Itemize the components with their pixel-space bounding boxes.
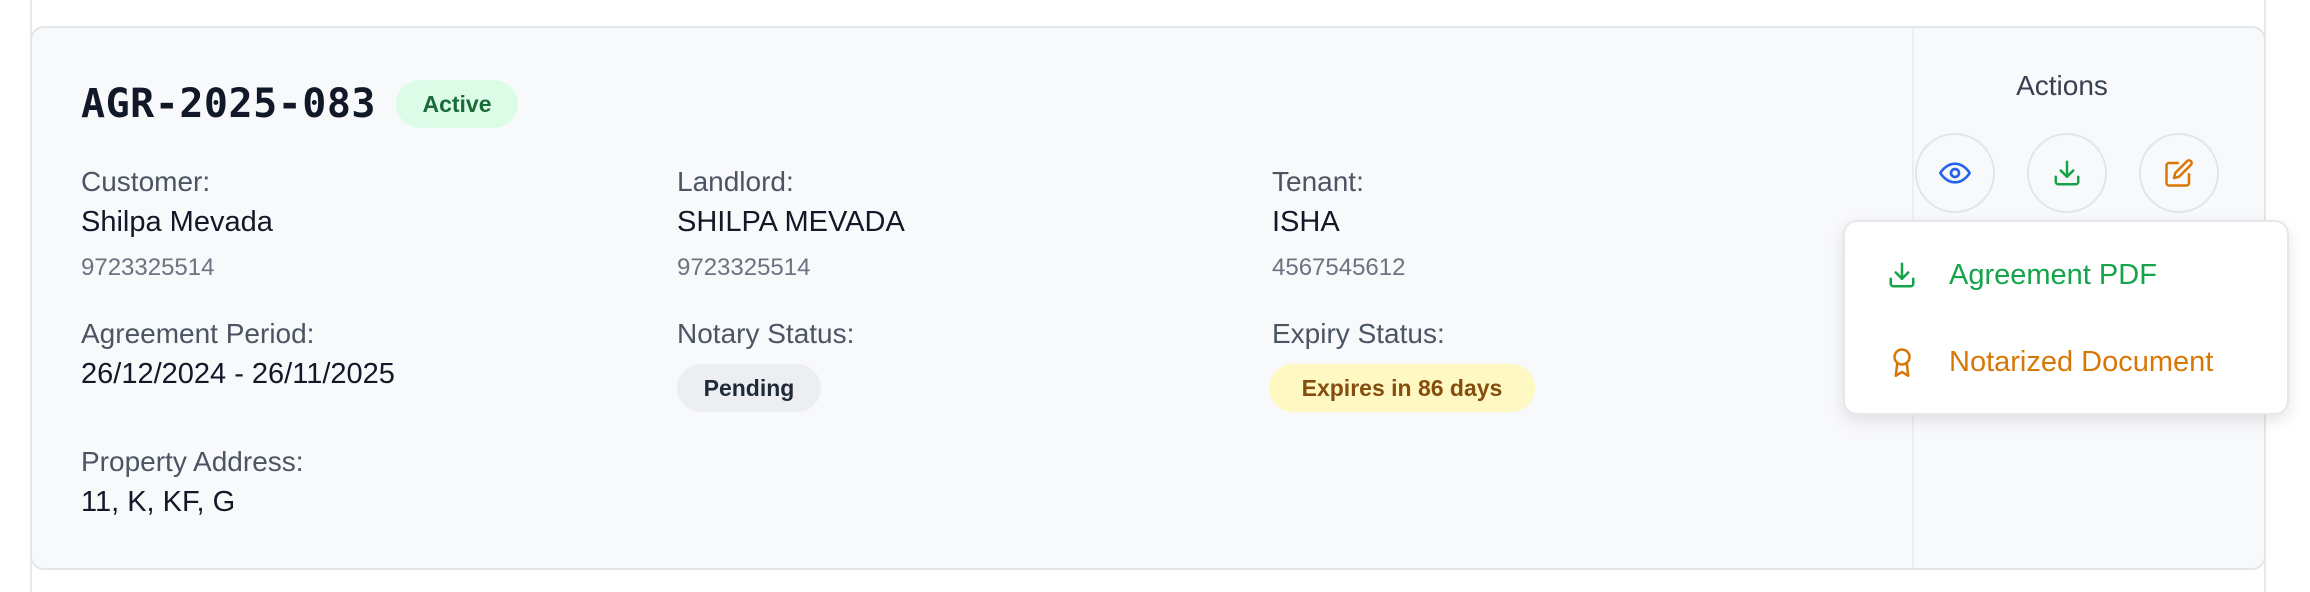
menu-item-label: Agreement PDF <box>1949 258 2157 291</box>
tenant-name: ISHA <box>1272 206 1340 238</box>
tenant-phone: 4567545612 <box>1272 254 1406 281</box>
view-button[interactable] <box>1915 133 1995 213</box>
download-icon <box>1885 258 1919 292</box>
customer-phone: 9723325514 <box>81 254 215 281</box>
customer-name: Shilpa Mevada <box>81 206 273 238</box>
status-badge: Active <box>396 80 518 128</box>
download-icon <box>2054 160 2080 186</box>
award-icon <box>1885 345 1919 379</box>
property-address-value: 11, K, KF, G <box>81 486 236 518</box>
expiry-status-label: Expiry Status: <box>1272 318 1445 349</box>
property-address-label: Property Address: <box>81 446 304 477</box>
expiry-status-badge: Expires in 86 days <box>1269 364 1535 412</box>
eye-icon <box>1939 162 1971 184</box>
landlord-label: Landlord: <box>677 166 794 197</box>
menu-item-notarized-document[interactable]: Notarized Document <box>1845 322 2287 402</box>
customer-label: Customer: <box>81 166 211 197</box>
download-dropdown-menu: Agreement PDF Notarized Document <box>1843 220 2289 415</box>
landlord-name: SHILPA MEVADA <box>677 206 905 238</box>
notary-status-label: Notary Status: <box>677 318 855 349</box>
download-button[interactable] <box>2027 133 2107 213</box>
menu-item-label: Notarized Document <box>1949 345 2214 378</box>
agreement-period-value: 26/12/2024 - 26/11/2025 <box>81 358 395 390</box>
agreement-period-label: Agreement Period: <box>81 318 315 349</box>
agreement-id: AGR-2025-083 <box>81 81 376 127</box>
edit-icon <box>2165 159 2193 187</box>
menu-item-agreement-pdf[interactable]: Agreement PDF <box>1845 235 2287 315</box>
notary-status-badge: Pending <box>677 364 821 412</box>
tenant-label: Tenant: <box>1272 166 1364 197</box>
landlord-phone: 9723325514 <box>677 254 811 281</box>
edit-button[interactable] <box>2139 133 2219 213</box>
actions-title: Actions <box>2016 70 2108 101</box>
